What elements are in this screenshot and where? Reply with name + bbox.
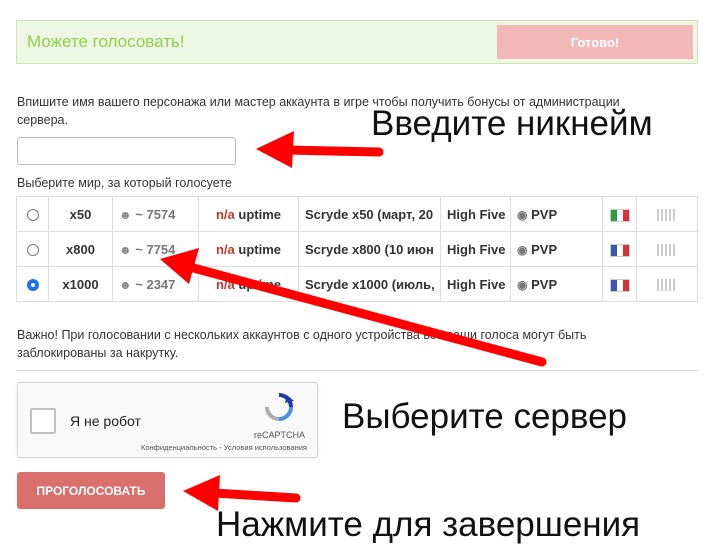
user-icon: ☻ bbox=[119, 207, 132, 222]
server-uptime: n/a uptime bbox=[198, 266, 299, 302]
server-name: Scryde x800 (10 июн bbox=[298, 231, 441, 267]
recaptcha-privacy-link[interactable]: Конфиденциальность bbox=[141, 443, 217, 452]
server-flag bbox=[602, 196, 637, 232]
server-uptime: n/a uptime bbox=[198, 231, 299, 267]
server-type-value: PVP bbox=[531, 241, 558, 257]
flag-icon bbox=[609, 243, 630, 257]
server-radio-cell[interactable] bbox=[16, 231, 49, 267]
money-bag-icon: ◉ bbox=[517, 242, 528, 257]
recaptcha-checkbox[interactable] bbox=[30, 408, 56, 434]
server-online-value: ~ 7574 bbox=[135, 206, 176, 222]
server-type: ◉ PVP bbox=[510, 231, 603, 267]
vote-button[interactable]: ПРОГОЛОСОВАТЬ bbox=[17, 472, 165, 509]
uptime-value: n/a bbox=[215, 276, 235, 292]
server-row[interactable]: x1000 ☻ ~ 2347 n/a uptime Scryde x1000 (июл… bbox=[16, 266, 698, 302]
server-chronicle: High Five bbox=[440, 266, 511, 302]
rating-bars-icon bbox=[657, 209, 677, 222]
server-online-value: ~ 7754 bbox=[135, 241, 176, 257]
server-uptime: n/a uptime bbox=[198, 196, 299, 232]
multi-account-warning: Важно! При голосовании с нескольких акка… bbox=[17, 328, 587, 360]
user-icon: ☻ bbox=[119, 242, 132, 257]
server-radio-cell[interactable] bbox=[16, 196, 49, 232]
uptime-value: n/a bbox=[215, 241, 235, 257]
annotation-click-to-finish: Нажмите для завершения bbox=[216, 505, 641, 544]
uptime-label: uptime bbox=[234, 206, 282, 222]
recaptcha-widget: Я не робот reCAPTCHA Конфиденциальность … bbox=[17, 382, 318, 458]
server-rating bbox=[636, 266, 698, 302]
divider bbox=[16, 370, 698, 371]
vote-status-bar: Можете голосовать! Готово! bbox=[16, 20, 698, 64]
server-radio[interactable] bbox=[26, 244, 39, 257]
server-chronicle: High Five bbox=[440, 196, 511, 232]
server-row[interactable]: x50 ☻ ~ 7574 n/a uptime Scryde x50 (март, 2… bbox=[16, 196, 698, 232]
server-online: ☻ ~ 2347 bbox=[112, 266, 199, 302]
server-rating bbox=[636, 196, 698, 232]
annotation-enter-nickname: Введите никнейм bbox=[371, 104, 653, 143]
recaptcha-links: Конфиденциальность - Условия использован… bbox=[141, 443, 307, 452]
rating-bars-icon bbox=[657, 244, 677, 257]
annotation-choose-server: Выберите сервер bbox=[342, 397, 628, 436]
done-button[interactable]: Готово! bbox=[497, 25, 693, 59]
server-online: ☻ ~ 7574 bbox=[112, 196, 199, 232]
server-radio[interactable] bbox=[26, 209, 39, 222]
money-bag-icon: ◉ bbox=[517, 207, 528, 222]
server-flag bbox=[602, 231, 637, 267]
server-radio[interactable] bbox=[26, 279, 39, 292]
server-type-value: PVP bbox=[531, 206, 558, 222]
recaptcha-label: Я не робот bbox=[70, 413, 141, 429]
server-radio-cell[interactable] bbox=[16, 266, 49, 302]
server-type: ◉ PVP bbox=[510, 266, 603, 302]
server-rating bbox=[636, 231, 698, 267]
server-online: ☻ ~ 7754 bbox=[112, 231, 199, 267]
server-online-value: ~ 2347 bbox=[135, 276, 176, 292]
server-type: ◉ PVP bbox=[510, 196, 603, 232]
uptime-label: uptime bbox=[234, 241, 282, 257]
nickname-input[interactable] bbox=[17, 137, 236, 165]
uptime-value: n/a bbox=[215, 206, 235, 222]
server-rate: x1000 bbox=[48, 266, 113, 302]
server-row[interactable]: x800 ☻ ~ 7754 n/a uptime Scryde x800 (10 ию… bbox=[16, 231, 698, 267]
server-rate: x800 bbox=[48, 231, 113, 267]
server-name: Scryde x1000 (июль, bbox=[298, 266, 441, 302]
server-chronicle: High Five bbox=[440, 231, 511, 267]
arrow-to-nickname-icon bbox=[256, 131, 384, 168]
recaptcha-brand: reCAPTCHA bbox=[253, 430, 305, 440]
recaptcha-terms-link[interactable]: Условия использования bbox=[224, 443, 307, 452]
recaptcha-logo-icon bbox=[265, 393, 294, 421]
flag-icon bbox=[609, 208, 630, 222]
user-icon: ☻ bbox=[119, 277, 132, 292]
recaptcha-link-separator: - bbox=[217, 443, 224, 452]
server-flag bbox=[602, 266, 637, 302]
money-bag-icon: ◉ bbox=[517, 277, 528, 292]
flag-icon bbox=[609, 278, 630, 292]
server-rate: x50 bbox=[48, 196, 113, 232]
world-select-label: Выберите мир, за который голосуете bbox=[17, 176, 232, 190]
uptime-label: uptime bbox=[234, 276, 282, 292]
rating-bars-icon bbox=[657, 279, 677, 292]
server-table: x50 ☻ ~ 7574 n/a uptime Scryde x50 (март, 2… bbox=[16, 196, 698, 302]
server-name: Scryde x50 (март, 20 bbox=[298, 196, 441, 232]
server-type-value: PVP bbox=[531, 276, 558, 292]
vote-status-message: Можете голосовать! bbox=[27, 32, 185, 51]
